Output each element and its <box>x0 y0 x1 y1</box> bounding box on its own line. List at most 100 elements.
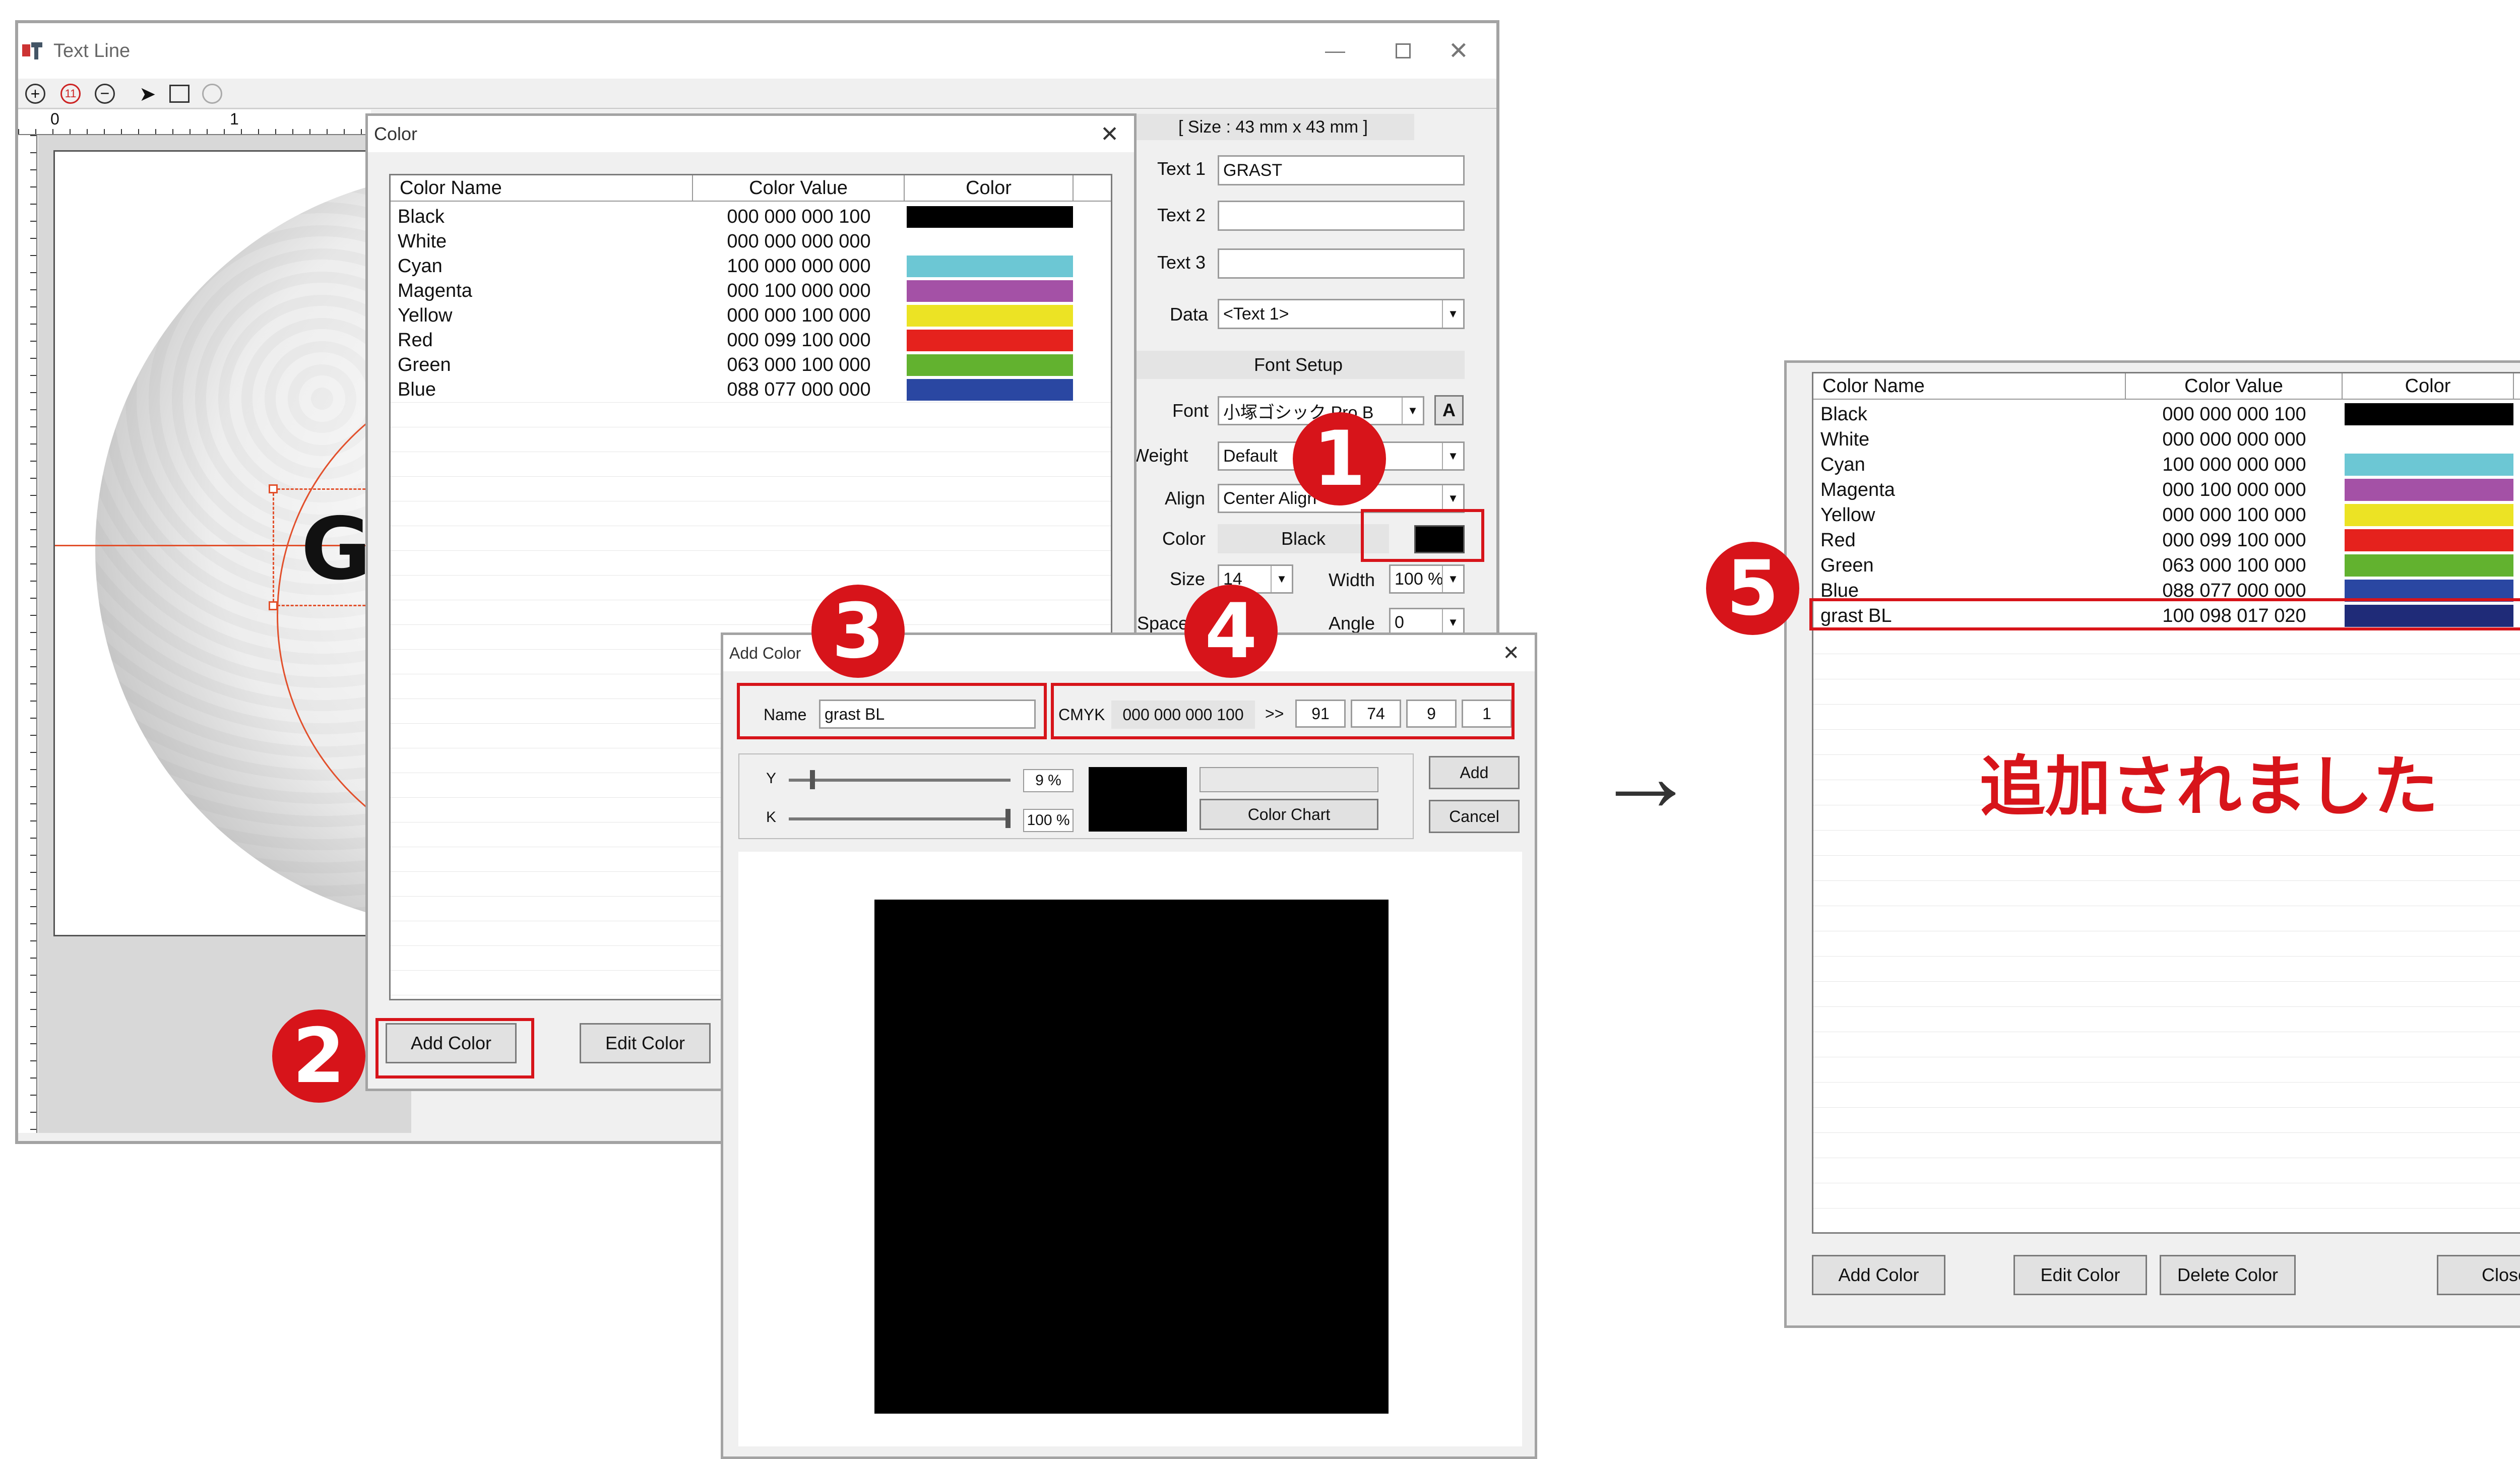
width-label: Width <box>1329 569 1375 590</box>
table-row[interactable]: Magenta 000 100 000 000 <box>1813 477 2520 502</box>
window-title: Text Line <box>53 40 131 61</box>
table-row[interactable]: White 000 000 000 000 <box>391 229 1111 254</box>
align-label: Align <box>1165 488 1206 509</box>
empty-row-line <box>391 476 1111 477</box>
close-button[interactable]: Close <box>2437 1255 2520 1295</box>
table-row[interactable]: Magenta 000 100 000 000 <box>391 279 1111 303</box>
table-row[interactable]: White 000 000 000 000 <box>1813 427 2520 452</box>
chevron-down-icon[interactable]: ▼ <box>1442 566 1463 592</box>
table-row[interactable]: Red 000 099 100 000 <box>391 328 1111 353</box>
maximize-icon[interactable] <box>1396 43 1411 58</box>
row-color-name: Magenta <box>1820 479 1895 500</box>
color-dialog-title-bar: Color ✕ <box>368 116 1134 152</box>
selection-handle[interactable] <box>269 601 278 610</box>
data-select[interactable]: <Text 1> ▼ <box>1218 299 1465 329</box>
empty-row-line <box>1813 729 2520 730</box>
add-button[interactable]: Add <box>1429 756 1520 789</box>
close-icon[interactable]: ✕ <box>1448 37 1469 65</box>
row-color-value: 000 000 000 000 <box>727 231 871 252</box>
empty-row-line <box>1813 1132 2520 1133</box>
table-row[interactable]: Green 063 000 100 000 <box>1813 553 2520 578</box>
text1-input[interactable]: GRAST <box>1218 155 1465 185</box>
design-canvas[interactable]: G <box>53 150 406 936</box>
table-row[interactable]: Yellow 000 000 100 000 <box>1813 502 2520 528</box>
empty-row-line <box>391 575 1111 576</box>
select-arrow-icon[interactable]: ➤ <box>139 83 156 106</box>
added-message: 追加されました <box>1980 748 2439 825</box>
row-color-swatch <box>907 354 1073 376</box>
table-row[interactable]: Green 063 000 100 000 <box>391 353 1111 377</box>
chevron-down-icon[interactable]: ▼ <box>1402 398 1423 424</box>
empty-row-line <box>1813 704 2520 705</box>
row-color-swatch <box>2345 554 2513 577</box>
table-row[interactable]: Black 000 000 000 100 <box>1813 402 2520 427</box>
empty-row-line <box>391 402 1111 403</box>
zoom-actual-icon[interactable]: 11 <box>60 84 81 104</box>
column-header[interactable]: Color Name <box>1813 373 2126 399</box>
column-header[interactable]: Color Value <box>693 175 905 201</box>
row-color-name: Red <box>1820 529 1856 551</box>
y-slider-thumb[interactable] <box>810 770 815 789</box>
empty-row-line <box>1813 880 2520 881</box>
step-badge-2: 2 <box>272 1009 365 1103</box>
step-badge-3: 3 <box>811 585 905 678</box>
minimize-icon[interactable]: — <box>1325 40 1345 62</box>
size-info: [ Size : 43 mm x 43 mm ] <box>1132 114 1414 140</box>
color-table-header: Color Name Color Value Color <box>391 175 1111 202</box>
k-slider-thumb[interactable] <box>1005 809 1011 828</box>
highlight-color-swatch <box>1361 509 1484 562</box>
table-row[interactable]: Red 000 099 100 000 <box>1813 528 2520 553</box>
row-color-value: 000 000 100 000 <box>727 305 871 326</box>
k-slider[interactable] <box>789 817 1011 820</box>
empty-row-line <box>1813 1082 2520 1083</box>
table-row[interactable]: Black 000 000 000 100 <box>391 205 1111 229</box>
horizontal-ruler: 0 1 <box>18 110 371 135</box>
zoom-out-icon[interactable]: − <box>95 84 115 104</box>
circle-tool-icon[interactable] <box>202 84 222 104</box>
table-row[interactable]: Cyan 100 000 000 000 <box>1813 452 2520 477</box>
k-percent-display: 100 % <box>1023 809 1074 832</box>
step-badge-5: 5 <box>1706 542 1799 635</box>
selection-handle[interactable] <box>269 484 278 493</box>
chevron-down-icon[interactable]: ▼ <box>1442 609 1463 636</box>
align-select-value: Center Align <box>1223 488 1317 508</box>
chevron-down-icon[interactable]: ▼ <box>1271 566 1292 592</box>
ruler-label-0: 0 <box>50 110 59 128</box>
column-header[interactable]: Color Value <box>2126 373 2343 399</box>
row-color-swatch <box>907 206 1073 228</box>
zoom-in-icon[interactable]: + <box>25 84 45 104</box>
y-slider[interactable] <box>789 779 1011 782</box>
chevron-down-icon[interactable]: ▼ <box>1442 300 1463 328</box>
edit-color-button[interactable]: Edit Color <box>2013 1255 2147 1295</box>
color-chart-button[interactable]: Color Chart <box>1200 799 1378 830</box>
table-row[interactable]: Yellow 000 000 100 000 <box>391 303 1111 328</box>
chevron-down-icon[interactable]: ▼ <box>1442 443 1463 469</box>
add-color-button[interactable]: Add Color <box>1812 1255 1945 1295</box>
chevron-down-icon[interactable]: ▼ <box>1442 485 1463 512</box>
highlight-new-row <box>1809 598 2520 630</box>
empty-row-line <box>1813 981 2520 982</box>
rectangle-tool-icon[interactable] <box>169 85 190 103</box>
delete-color-button[interactable]: Delete Color <box>2160 1255 2296 1295</box>
text2-label: Text 2 <box>1157 205 1206 225</box>
empty-row-line <box>1813 1006 2520 1007</box>
column-header[interactable]: Color <box>905 175 1074 201</box>
text2-input[interactable] <box>1218 201 1465 231</box>
font-a-button[interactable]: A <box>1434 395 1464 425</box>
edit-color-button[interactable]: Edit Color <box>580 1023 711 1063</box>
row-color-value: 063 000 100 000 <box>2162 554 2306 576</box>
text3-input[interactable] <box>1218 248 1465 279</box>
row-color-name: White <box>398 231 447 252</box>
y-slider-label: Y <box>766 770 777 787</box>
row-color-name: Yellow <box>398 305 453 326</box>
close-icon[interactable]: ✕ <box>1502 642 1520 665</box>
width-select[interactable]: 100 % ▼ <box>1389 564 1465 594</box>
column-header[interactable]: Color <box>2343 373 2514 399</box>
table-row[interactable]: Blue 088 077 000 000 <box>391 377 1111 402</box>
column-header[interactable]: Color Name <box>391 175 693 201</box>
cancel-button[interactable]: Cancel <box>1429 800 1520 833</box>
row-color-name: Black <box>1820 403 1867 425</box>
row-color-swatch <box>907 305 1073 327</box>
close-icon[interactable]: ✕ <box>1100 121 1119 147</box>
table-row[interactable]: Cyan 100 000 000 000 <box>391 254 1111 279</box>
